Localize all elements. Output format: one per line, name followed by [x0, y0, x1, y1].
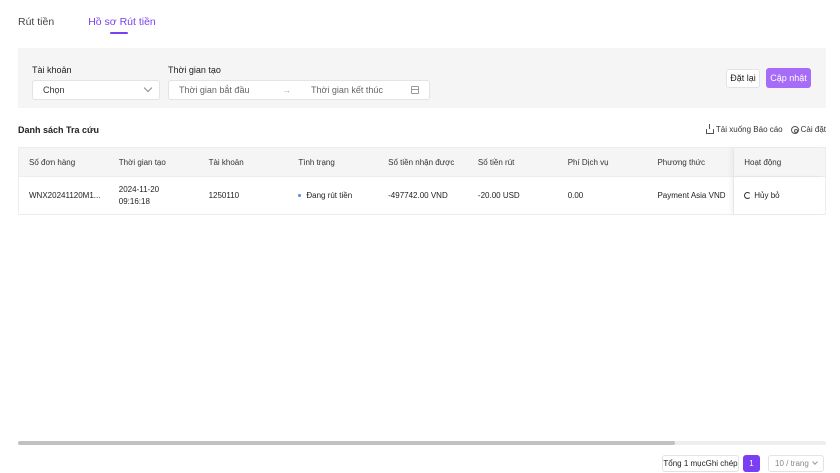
order-number-cell: WNX20241120M1...: [29, 191, 101, 200]
download-icon: [705, 123, 714, 134]
account-cell: 1250110: [208, 191, 240, 200]
cancel-label: Hủy bỏ: [754, 191, 780, 200]
status-cell: Đang rút tiền: [288, 177, 378, 214]
account-select-value: Chọn: [43, 85, 65, 95]
action-cell: Hủy bỏ: [733, 177, 825, 214]
page-size-select[interactable]: 10 / trang: [768, 455, 824, 472]
column-header: Số tiền nhận được: [388, 157, 455, 167]
table-row: WNX20241120M1... 2024-11-20 09:16:18 125…: [19, 176, 825, 214]
start-date-input[interactable]: Thời gian bắt đầu: [179, 85, 249, 95]
method-cell: Payment Asia VND: [657, 191, 726, 200]
created-time-value: 2024-11-20 09:16:18: [118, 184, 160, 206]
withdraw-records-page: Rút tiền Hồ sơ Rút tiền Tài khoản Chọn T…: [0, 0, 840, 473]
account-select[interactable]: Chọn: [32, 80, 160, 100]
tab-withdraw[interactable]: Rút tiền: [18, 16, 54, 28]
tab-withdraw-records[interactable]: Hồ sơ Rút tiền: [88, 16, 156, 34]
end-date-input[interactable]: Thời gian kết thúc: [311, 85, 383, 95]
received-amount-cell: -497742.00 VND: [388, 191, 448, 200]
page-size-value: 10 / trang: [775, 459, 809, 468]
chevron-down-icon: [143, 83, 153, 93]
download-report-button[interactable]: Tải xuống Báo cáo: [705, 123, 783, 134]
total-records: Tổng 1 mụcGhi chép: [662, 455, 739, 472]
column-header: Số tiền rút: [477, 157, 515, 167]
date-range-picker[interactable]: Thời gian bắt đầu → Thời gian kết thúc: [168, 80, 430, 100]
cancel-button[interactable]: Hủy bỏ: [744, 191, 780, 200]
column-header: Phí Dịch vụ: [567, 157, 609, 167]
list-title: Danh sách Tra cứu: [18, 125, 100, 135]
column-header: Số đơn hàng: [29, 157, 76, 167]
chevron-down-icon: [812, 459, 818, 465]
gear-icon: [790, 125, 799, 134]
reset-button[interactable]: Đặt lại: [726, 69, 760, 88]
column-header: Thời gian tạo: [118, 157, 166, 167]
status-badge: Đang rút tiền: [306, 191, 353, 200]
range-arrow-icon: →: [282, 85, 291, 95]
download-report-label: Tải xuống Báo cáo: [715, 125, 783, 134]
update-button[interactable]: Cập nhật: [766, 68, 811, 88]
time-label: Thời gian tạo: [168, 65, 221, 75]
filter-panel: Tài khoản Chọn Thời gian tạo Thời gian b…: [18, 48, 826, 108]
table-header: Số đơn hàng Thời gian tạo Tài khoản Tình…: [19, 148, 825, 176]
list-actions: Tải xuống Báo cáo Cài đặt: [705, 123, 826, 134]
calendar-icon: [411, 86, 419, 94]
account-label: Tài khoản: [32, 65, 72, 75]
column-header: Tình trạng: [298, 157, 335, 167]
withdrawn-amount-cell: -20.00 USD: [477, 191, 520, 200]
undo-icon: [744, 192, 752, 199]
settings-button[interactable]: Cài đặt: [790, 125, 826, 134]
column-header: Hoạt động: [733, 148, 825, 176]
page-number-button[interactable]: 1: [743, 455, 760, 472]
fee-cell: 0.00: [567, 191, 584, 200]
tab-bar: Rút tiền Hồ sơ Rút tiền: [18, 16, 156, 34]
records-table: Số đơn hàng Thời gian tạo Tài khoản Tình…: [18, 147, 826, 215]
column-header: Tài khoản: [208, 157, 244, 167]
column-header: Phương thức: [657, 157, 706, 167]
horizontal-scrollbar[interactable]: [18, 441, 826, 445]
settings-label: Cài đặt: [800, 125, 826, 134]
created-time-cell: 2024-11-20 09:16:18: [109, 177, 199, 214]
status-dot-icon: [298, 194, 302, 197]
scrollbar-thumb[interactable]: [18, 441, 675, 445]
